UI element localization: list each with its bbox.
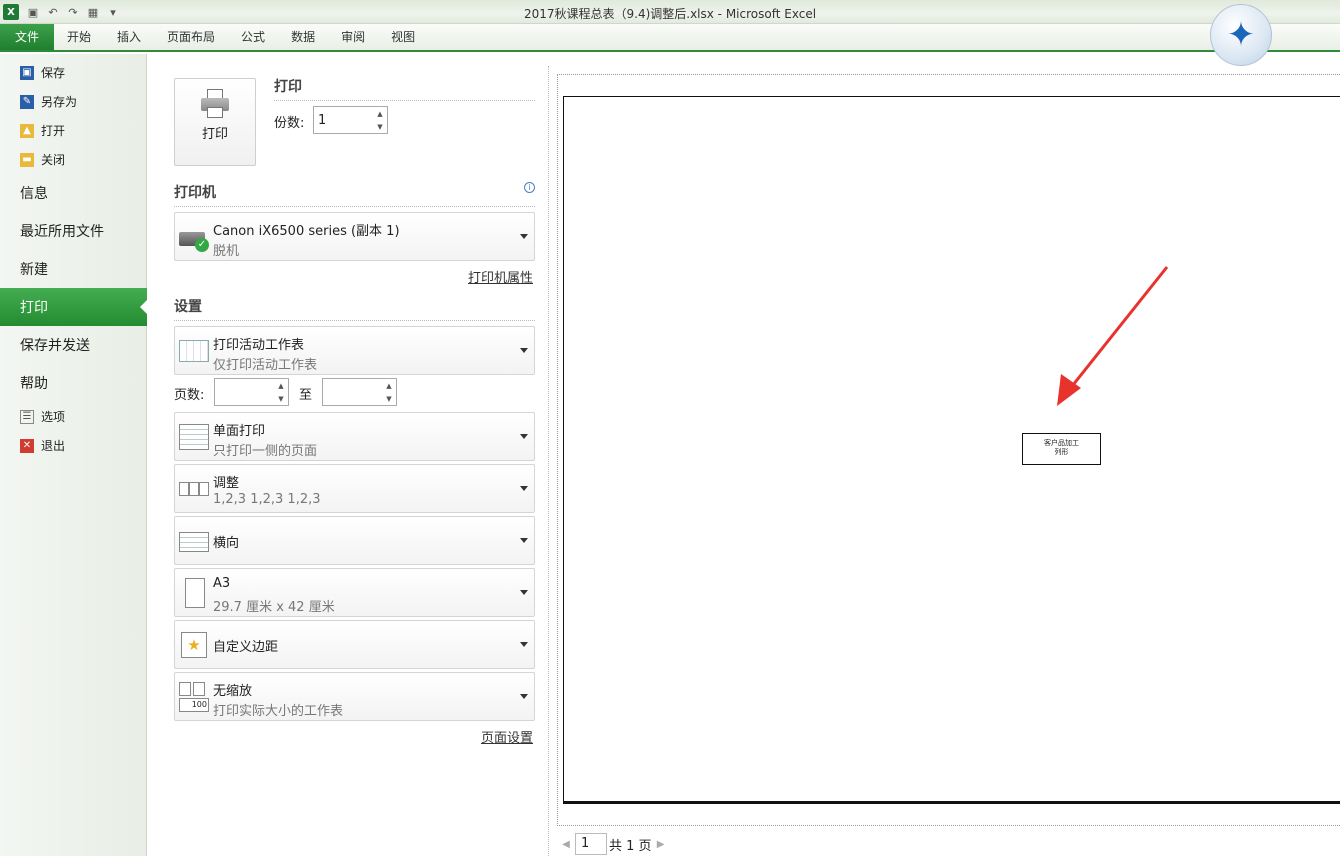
dropdown-arrow-icon — [520, 348, 528, 353]
dropdown-arrow-icon — [520, 434, 528, 439]
info-icon[interactable]: i — [524, 182, 535, 193]
backstage-nav: ▣ 保存 ✎ 另存为 ▲ 打开 ▬ 关闭 信息 最近所用文件 新建 打印 保存并发送 帮… — [0, 54, 148, 856]
tab-insert[interactable]: 插入 — [104, 24, 154, 50]
page-number-input[interactable]: 1 — [575, 833, 607, 855]
preview-page-nav: ◀ 1 共 1 页 ▶ — [557, 832, 670, 856]
open-folder-icon: ▲ — [20, 123, 34, 138]
nav-save[interactable]: ▣ 保存 — [0, 58, 146, 87]
nav-open[interactable]: ▲ 打开 — [0, 116, 146, 145]
copies-label: 份数: — [274, 116, 305, 131]
paper-size-icon — [179, 578, 209, 608]
tab-page-layout[interactable]: 页面布局 — [154, 24, 228, 50]
custom-margins-icon: ★ — [179, 630, 209, 660]
one-sided-icon — [179, 422, 209, 452]
spin-down-icon[interactable]: ▼ — [386, 395, 391, 403]
prev-page-icon[interactable]: ◀ — [557, 839, 575, 850]
print-scope-dropdown[interactable]: 打印活动工作表 仅打印活动工作表 — [174, 326, 535, 375]
margins-dropdown[interactable]: ★ 自定义边距 — [174, 620, 535, 669]
collate-icon — [179, 474, 209, 504]
tab-data[interactable]: 数据 — [278, 24, 328, 50]
close-folder-icon: ▬ — [20, 152, 34, 167]
settings-section-title: 设置 — [174, 296, 535, 321]
pages-to-label: 至 — [299, 388, 313, 403]
printer-dropdown[interactable]: ✓ Canon iX6500 series (副本 1) 脱机 — [174, 212, 535, 261]
bird-logo-icon: ✦ — [1210, 4, 1272, 66]
spin-up-icon[interactable]: ▲ — [278, 382, 283, 390]
nav-save-as[interactable]: ✎ 另存为 — [0, 87, 146, 116]
dropdown-arrow-icon — [520, 590, 528, 595]
printer-device-icon: ✓ — [179, 222, 209, 252]
print-preview-area: 客户品加工 列形 ◀ 1 共 1 页 ▶ — [549, 54, 1340, 856]
dropdown-arrow-icon — [520, 486, 528, 491]
tab-home[interactable]: 开始 — [54, 24, 104, 50]
worksheet-icon — [179, 336, 209, 366]
nav-recent[interactable]: 最近所用文件 — [0, 212, 146, 250]
printer-properties-link[interactable]: 打印机属性 — [468, 267, 533, 286]
dropdown-arrow-icon — [520, 234, 528, 239]
dropdown-arrow-icon — [520, 642, 528, 647]
save-as-icon: ✎ — [20, 94, 34, 109]
nav-exit[interactable]: ✕ 退出 — [0, 431, 146, 460]
copies-spinner[interactable]: 1 ▲ ▼ — [313, 106, 388, 134]
exit-icon: ✕ — [20, 438, 34, 453]
dropdown-arrow-icon — [520, 538, 528, 543]
pages-label: 页数: — [174, 388, 205, 403]
nav-print[interactable]: 打印 — [0, 288, 148, 326]
nav-info[interactable]: 信息 — [0, 174, 146, 212]
next-page-icon[interactable]: ▶ — [652, 839, 670, 850]
spin-down-icon[interactable]: ▼ — [377, 123, 382, 131]
spin-up-icon[interactable]: ▲ — [377, 110, 382, 118]
collate-dropdown[interactable]: 调整 1,2,3 1,2,3 1,2,3 — [174, 464, 535, 513]
nav-save-send[interactable]: 保存并发送 — [0, 326, 146, 364]
tab-file[interactable]: 文件 — [0, 24, 54, 50]
printer-section-title: 打印机 — [174, 182, 535, 207]
total-pages-label: 共 1 页 — [609, 838, 652, 854]
print-button[interactable]: 打印 — [174, 78, 256, 166]
no-scaling-icon: 100 — [179, 682, 209, 712]
pages-to-spinner[interactable]: ▲ ▼ — [322, 378, 397, 406]
spin-up-icon[interactable]: ▲ — [386, 382, 391, 390]
paper-size-dropdown[interactable]: A3 29.7 厘米 x 42 厘米 — [174, 568, 535, 617]
nav-help[interactable]: 帮助 — [0, 364, 146, 402]
tab-formulas[interactable]: 公式 — [228, 24, 278, 50]
print-sides-dropdown[interactable]: 单面打印 只打印一侧的页面 — [174, 412, 535, 461]
nav-options[interactable]: ☰ 选项 — [0, 402, 146, 431]
preview-page: 客户品加工 列形 — [563, 96, 1340, 804]
spin-down-icon[interactable]: ▼ — [278, 395, 283, 403]
tab-view[interactable]: 视图 — [378, 24, 428, 50]
window-title: 2017秋课程总表（9.4)调整后.xlsx - Microsoft Excel — [523, 7, 817, 21]
save-icon: ▣ — [20, 65, 34, 80]
nav-new[interactable]: 新建 — [0, 250, 146, 288]
orientation-dropdown[interactable]: 横向 — [174, 516, 535, 565]
page-setup-link[interactable]: 页面设置 — [481, 727, 533, 746]
tab-review[interactable]: 审阅 — [328, 24, 378, 50]
landscape-icon — [179, 526, 209, 556]
printer-icon — [199, 89, 231, 119]
print-settings-panel: 打印 打印 份数: 1 ▲ ▼ 打印机 i ✓ Canon iX6500 seri… — [148, 54, 548, 856]
preview-cell-box: 客户品加工 列形 — [1022, 433, 1101, 465]
title-bar: X ▣ ↶ ↷ ▦ ▾ 2017秋课程总表（9.4)调整后.xlsx - Mic… — [0, 0, 1340, 24]
pages-from-spinner[interactable]: ▲ ▼ — [214, 378, 289, 406]
dropdown-arrow-icon — [520, 694, 528, 699]
nav-close[interactable]: ▬ 关闭 — [0, 145, 146, 174]
scaling-dropdown[interactable]: 100 无缩放 打印实际大小的工作表 — [174, 672, 535, 721]
ribbon: 文件 开始 插入 页面布局 公式 数据 审阅 视图 — [0, 24, 1340, 52]
print-section-title: 打印 — [274, 76, 535, 101]
options-icon: ☰ — [20, 409, 34, 424]
